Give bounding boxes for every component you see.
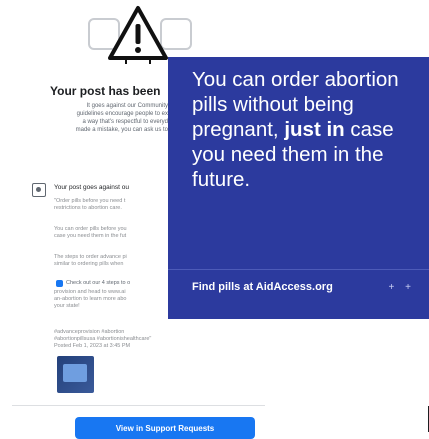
- body-line: made a mistake, you can ask us to: [75, 127, 168, 133]
- ad-cta-link[interactable]: Find pills at AidAccess.org: [192, 281, 392, 293]
- ad-decoration: + +: [388, 282, 415, 293]
- dialog-title: Your post has been: [50, 84, 161, 98]
- post-detail-line: similar to ordering pills when: [54, 261, 124, 267]
- divider: [12, 405, 265, 406]
- check-row: Check out our 4 steps to o: [56, 280, 176, 288]
- body-line: a way that's respectful to everyd: [82, 119, 168, 125]
- check-icon: [56, 280, 63, 287]
- body-line: It goes against our Community: [86, 103, 168, 109]
- check-line: your state!: [54, 303, 80, 309]
- warning-icon: [108, 6, 168, 64]
- body-line: guidelines encourage people to ex: [76, 111, 168, 117]
- post-detail-line: You can order pills before you: [54, 226, 127, 232]
- post-thumbnail[interactable]: [57, 356, 94, 393]
- content-removed-dialog: Your post has been It goes against our C…: [0, 0, 429, 439]
- post-icon: [32, 183, 46, 197]
- post-detail-line: The steps to order advance pi: [54, 254, 127, 260]
- post-detail-line: case you need them in the fut: [54, 233, 127, 239]
- check-line: provision and head to www.ai: [54, 289, 126, 295]
- post-timestamp: Posted Feb 1, 2023 at 3:45 PM: [54, 343, 131, 349]
- check-line: an-abortion to learn more abo: [54, 296, 127, 302]
- post-row-text: Your post goes against ou: [54, 184, 129, 191]
- check-text: Check out our 4 steps to o: [66, 280, 131, 286]
- ad-headline: You can order abortion pills without bei…: [192, 67, 422, 192]
- ad-divider: [168, 269, 429, 270]
- hashtag-line: #advanceprovision #abortion: [54, 329, 125, 335]
- post-quote-line: restrictions to abortion care.: [54, 205, 122, 211]
- headline-part-bold: just in: [284, 118, 345, 141]
- removed-post-row[interactable]: Your post goes against ou: [30, 182, 170, 198]
- hashtag-line: #abortionpillsusa #abortionishealthcare": [54, 336, 152, 342]
- ad-overlay[interactable]: You can order abortion pills without bei…: [168, 57, 429, 319]
- thumbnail-image: [63, 364, 87, 382]
- post-quote-line: "Order pills before you need t: [54, 198, 126, 204]
